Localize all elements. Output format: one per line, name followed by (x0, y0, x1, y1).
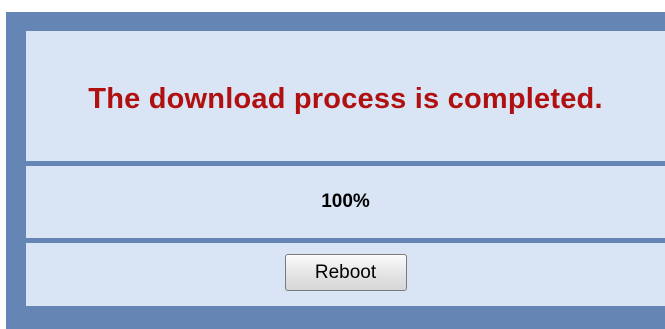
progress-row: 100% (26, 166, 665, 238)
status-message: The download process is completed. (88, 82, 603, 115)
progress-percent: 100% (321, 190, 370, 212)
action-row: Reboot (26, 243, 665, 306)
reboot-button[interactable]: Reboot (284, 254, 407, 291)
message-row: The download process is completed. (26, 31, 665, 161)
